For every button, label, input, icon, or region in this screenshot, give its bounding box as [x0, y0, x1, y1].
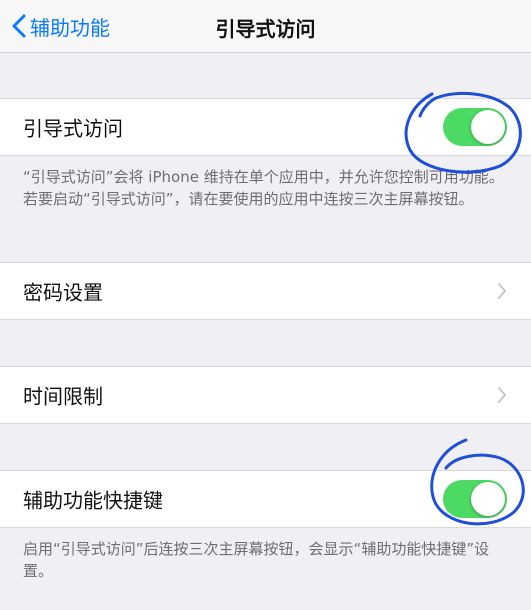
time-limits-label: 时间限制 [23, 384, 103, 409]
accessibility-shortcut-label: 辅助功能快捷键 [23, 488, 163, 513]
guided-access-row: 引导式访问 [0, 98, 531, 156]
guided-access-footer: “引导式访问”会将 iPhone 维持在单个应用中，并允许您控制可用功能。若要启… [23, 168, 504, 208]
chevron-right-icon [498, 283, 506, 299]
guided-access-toggle[interactable] [443, 108, 507, 146]
navigation-bar: 辅助功能 引导式访问 [0, 0, 531, 53]
accessibility-shortcut-row: 辅助功能快捷键 [0, 470, 531, 528]
time-limits-row[interactable]: 时间限制 [0, 366, 531, 424]
chevron-right-icon [498, 387, 506, 403]
accessibility-shortcut-toggle[interactable] [443, 480, 507, 518]
toggle-knob [471, 482, 505, 516]
guided-access-label: 引导式访问 [23, 116, 123, 141]
passcode-settings-row[interactable]: 密码设置 [0, 262, 531, 320]
page-title: 引导式访问 [215, 17, 316, 41]
toggle-knob [471, 110, 505, 144]
accessibility-shortcut-footer: 启用“引导式访问”后连按三次主屏幕按钮，会显示“辅助功能快捷键”设置。 [23, 540, 490, 580]
passcode-settings-label: 密码设置 [23, 280, 103, 305]
